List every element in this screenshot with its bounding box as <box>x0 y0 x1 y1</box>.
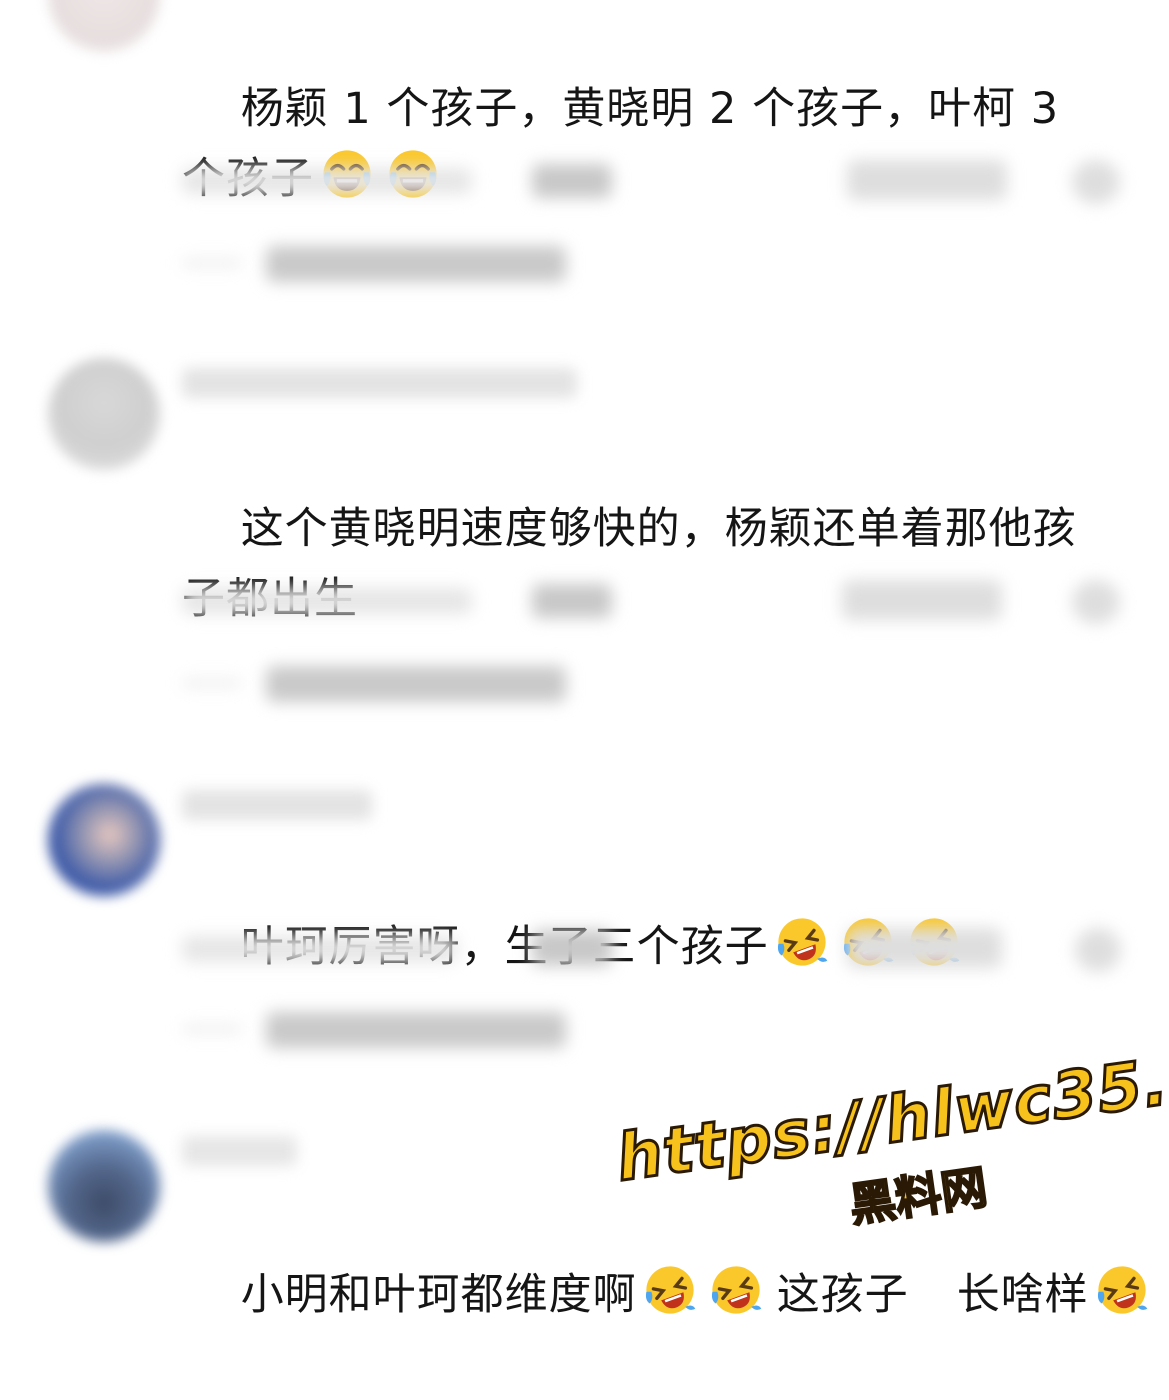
avatar[interactable] <box>48 358 160 470</box>
divider-line <box>182 260 242 266</box>
expand-replies-label <box>266 246 566 282</box>
reply-button[interactable] <box>532 584 612 618</box>
expand-replies[interactable] <box>182 998 602 1058</box>
expand-replies[interactable] <box>182 652 602 712</box>
rolling-laughing-emoji-icon <box>1097 1266 1147 1314</box>
expand-replies-label <box>266 1012 566 1048</box>
timestamp-blurred <box>182 168 472 194</box>
avatar[interactable] <box>48 0 160 52</box>
expand-replies-label <box>266 666 566 702</box>
username-blurred <box>182 368 577 398</box>
like-button[interactable] <box>842 580 1002 620</box>
comment-text-content: 小明和叶珂都维度啊 <box>240 1270 637 1320</box>
expand-replies[interactable] <box>182 232 602 292</box>
avatar[interactable] <box>48 784 160 896</box>
like-button[interactable] <box>847 160 1007 200</box>
comment-text: 小明和叶珂都维度啊 这孩子 长啥样 <box>182 1190 1162 1400</box>
comment-meta <box>182 572 1142 632</box>
more-button[interactable] <box>1075 928 1121 972</box>
username-blurred <box>182 1136 297 1166</box>
more-button[interactable] <box>1072 160 1120 204</box>
rolling-laughing-emoji-icon <box>645 1266 695 1314</box>
comment-text-after: 这孩子 <box>776 1270 909 1320</box>
more-button[interactable] <box>1072 580 1120 624</box>
timestamp-blurred <box>182 936 457 962</box>
timestamp-blurred <box>182 588 472 614</box>
comment-meta <box>182 920 1142 980</box>
reply-button[interactable] <box>532 164 612 198</box>
username-blurred <box>182 790 372 820</box>
divider-line <box>182 1026 242 1032</box>
rolling-laughing-emoji-icon <box>711 1266 761 1314</box>
avatar[interactable] <box>48 1130 160 1242</box>
comment-text-end: 长啥样 <box>956 1270 1089 1320</box>
comment-meta <box>182 152 1142 212</box>
like-button[interactable] <box>847 928 1002 968</box>
divider-line <box>182 680 242 686</box>
reply-button[interactable] <box>532 930 612 966</box>
